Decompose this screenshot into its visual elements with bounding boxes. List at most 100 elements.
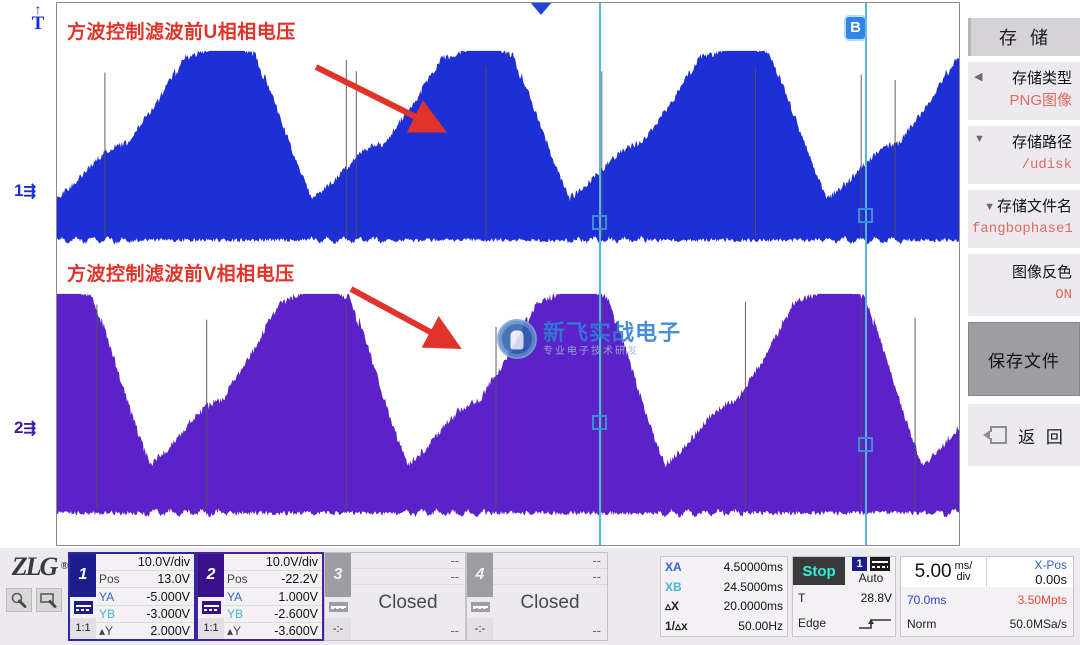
cursor-fx-value: 50.00Hz (738, 619, 783, 634)
channel-1-scale: 10.0V/div (137, 555, 190, 570)
acq-mode-cell: Norm (901, 612, 987, 636)
channel-1-pos-value: 13.0V (157, 572, 190, 587)
trigger-position-arrow-icon[interactable] (530, 3, 552, 15)
channel-2-status-panel[interactable]: 2 1:1 10.0V/div Pos -22.2V YA 1.000V YB … (196, 552, 324, 641)
cursor-a-handle-ch2[interactable] (592, 415, 607, 430)
disabled-icon (328, 602, 348, 613)
menu-item-label: 存储文件名 (996, 198, 1072, 215)
channel-1-status-panel[interactable]: 1 1:1 10.0V/div Pos 13.0V YA -5.000V YB … (68, 552, 196, 641)
cursor-b-line[interactable] (865, 3, 867, 545)
dc-ac-icon (73, 600, 93, 614)
ground-arrow-icon: ⇶ (23, 420, 36, 437)
channel-4-status-panel[interactable]: 4 -:- -- -- Closed -- (466, 552, 608, 641)
chevron-down-icon: ▼ (974, 133, 985, 145)
cursor-a-line[interactable] (599, 3, 601, 545)
channel-3-probe-ratio: -:- (325, 618, 351, 640)
x-position-cell[interactable]: X-Pos 0.00s (987, 557, 1073, 588)
memory-points-cell: 3.50Mpts (987, 587, 1073, 611)
dc-ac-icon (201, 600, 221, 614)
timebase-panel[interactable]: 5.00 ms/ div X-Pos 0.00s 70.0ms 3.50Mpts… (900, 556, 1074, 637)
channel-2-yb-value: -2.600V (274, 606, 318, 621)
channel-1-waveform (57, 50, 959, 244)
channel-2-ya-row: YA 1.000V (224, 588, 322, 606)
channel-4-number: 4 (467, 553, 493, 597)
trigger-source-number: 1 (852, 557, 867, 571)
zlg-logo: ZLG ® (11, 552, 69, 582)
chevron-left-icon: ◀ (974, 71, 983, 83)
trigger-level-marker[interactable]: ↑ T (26, 2, 50, 40)
menu-title: 存 储 (968, 18, 1080, 56)
channel-1-number: 1 (70, 554, 96, 597)
cursor-b-badge[interactable]: B (846, 17, 865, 39)
oscilloscope-screen: ↑ T 1⇶ 2⇶ B 方波控制滤波前U相相电压 方波控制滤波前V相相电压 新飞… (0, 0, 1080, 645)
cursor-b-handle-ch1[interactable] (858, 208, 873, 223)
channel-4-closed-label: Closed (520, 592, 580, 614)
channel-1-ya-label: YA (99, 589, 115, 604)
channel-1-ya-value: -5.000V (146, 589, 190, 604)
watermark-main-text: 新飞实战电子 (543, 320, 682, 346)
channel-2-dy-value: -3.600V (274, 623, 318, 638)
channel-3-status-panel[interactable]: 3 -:- -- -- Closed -- (324, 552, 466, 641)
status-spacer (608, 548, 654, 645)
trigger-slope-cell (845, 611, 897, 637)
cursor-xb-label: XB (665, 579, 682, 594)
ground-arrow-icon: ⇶ (23, 183, 36, 200)
channel-2-scale-row: 10.0V/div (224, 554, 322, 572)
channel-3-closed-label: Closed (378, 592, 438, 614)
save-file-button[interactable]: 保存文件 (968, 322, 1080, 396)
menu-item-storage-path[interactable]: ▼ 存储路径 /udisk (968, 126, 1080, 184)
channel-1-scale-row: 10.0V/div (96, 554, 194, 572)
cursor-a-handle-ch1[interactable] (592, 215, 607, 230)
back-button[interactable]: 返 回 (968, 404, 1080, 466)
channel-1-ground-marker[interactable]: 1⇶ (14, 181, 56, 201)
memory-depth-time: 70.0ms (907, 592, 947, 607)
trigger-source-cell[interactable]: 1 Auto (845, 557, 897, 585)
channel-2-dy-row: ▴Y -3.600V (224, 623, 322, 639)
trigger-level-value-cell: 28.8V (845, 585, 897, 611)
watermark: 新飞实战电子 专业电子技术研发 (497, 315, 727, 363)
side-menu-panel: 存 储 ◀ 存储类型 PNG图像 ▼ 存储路径 /udisk ▼ 存储文件名 f… (960, 0, 1080, 548)
cursor-xb-value: 24.5000ms (723, 579, 783, 594)
channel-1-dy-label: ▴Y (99, 623, 114, 638)
channel-1-ya-row: YA -5.000V (96, 588, 194, 606)
brand-area: ZLG ® (0, 548, 68, 645)
channel-3-coupling (325, 597, 351, 619)
timebase-scale-cell[interactable]: 5.00 ms/ div (901, 557, 987, 588)
memory-time-cell: 70.0ms (901, 587, 987, 611)
sample-rate-cell: 50.0MSa/s (987, 612, 1073, 636)
channel-1-coupling[interactable] (70, 597, 96, 618)
channel-2-yb-row: YB -2.600V (224, 606, 322, 623)
channel-2-ya-label: YA (227, 589, 243, 604)
channel-2-coupling[interactable] (198, 597, 224, 618)
timebase-scale-value: 5.00 (914, 561, 952, 583)
cursor-measurement-panel[interactable]: XA 4.50000ms XB 24.5000ms ▵X 20.0000ms 1… (660, 556, 788, 637)
cursor-b-handle-ch2[interactable] (858, 437, 873, 452)
screen-icon[interactable] (36, 588, 62, 612)
channel-2-ground-marker[interactable]: 2⇶ (14, 418, 56, 438)
menu-item-file-name[interactable]: ▼ 存储文件名 fangbophase1 (968, 190, 1080, 248)
menu-item-image-invert[interactable]: 图像反色 ON (968, 254, 1080, 316)
x-position-value: 0.00s (1035, 571, 1067, 587)
cursor-xa-value: 4.50000ms (723, 559, 783, 574)
channel-1-pos-label: Pos (99, 572, 120, 587)
menu-item-label: 图像反色 (1011, 264, 1072, 281)
menu-item-value: /udisk (1021, 157, 1072, 173)
run-stop-indicator[interactable]: Stop (793, 557, 845, 585)
trigger-coupling-icon (870, 557, 890, 571)
annotation-ch2-text: 方波控制滤波前V相相电压 (67, 264, 295, 285)
left-marker-gutter: ↑ T 1⇶ 2⇶ (0, 0, 56, 548)
menu-item-storage-type[interactable]: ◀ 存储类型 PNG图像 (968, 62, 1080, 120)
channel-4-dash-1: -- (493, 553, 607, 569)
measure-icon[interactable] (6, 588, 32, 612)
trigger-type: Edge (798, 616, 827, 631)
channel-3-number: 3 (325, 553, 351, 597)
channel-2-dy-label: ▴Y (227, 623, 242, 638)
cursor-xa-row: XA 4.50000ms (661, 557, 787, 577)
waveform-display-area[interactable]: B 方波控制滤波前U相相电压 方波控制滤波前V相相电压 新飞实战电子 专业电子技… (56, 2, 960, 546)
brand-text: ZLG (11, 552, 59, 581)
cursor-dx-value: 20.0000ms (723, 599, 783, 614)
trigger-type-cell: Edge (793, 611, 845, 637)
trigger-level-label-cell: T (793, 585, 845, 611)
trigger-status-panel[interactable]: Stop 1 Auto T 28.8V Edge (792, 556, 896, 637)
channel-4-dash-3: -- (592, 623, 601, 639)
